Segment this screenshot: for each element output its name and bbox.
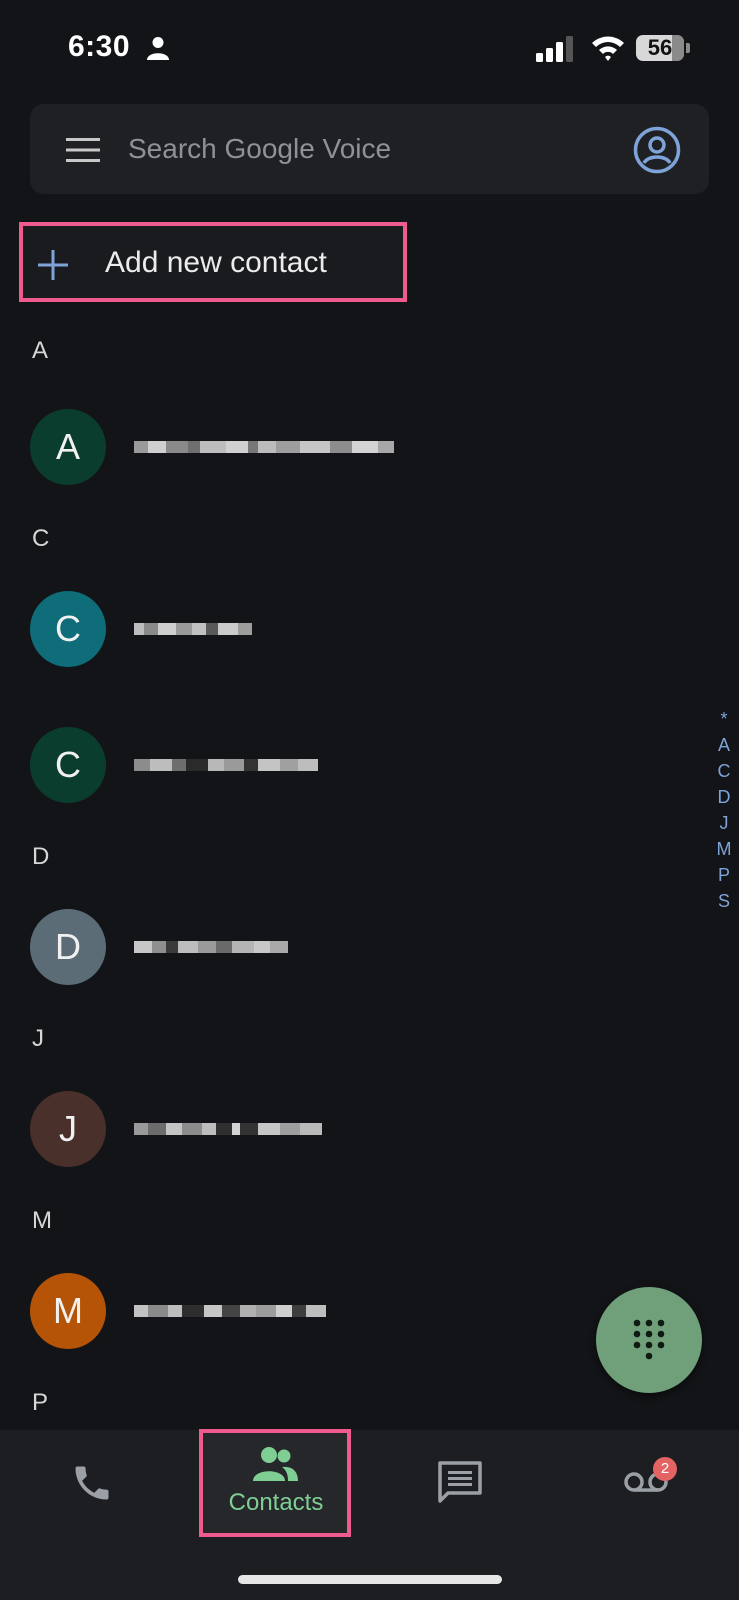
contact-row[interactable]: D — [30, 909, 720, 985]
alpha-index-item[interactable]: S — [712, 888, 736, 914]
alpha-index-item[interactable]: A — [712, 732, 736, 758]
section-letter: A — [32, 337, 49, 364]
contact-avatar: D — [30, 909, 106, 985]
alpha-index-item[interactable]: * — [712, 706, 736, 732]
hamburger-menu-icon[interactable] — [66, 137, 100, 163]
contact-name-redacted — [134, 617, 252, 641]
plus-icon — [38, 250, 68, 280]
search-input[interactable] — [128, 127, 598, 171]
voicemail-count-badge: 2 — [653, 1457, 677, 1481]
contact-avatar: J — [30, 1091, 106, 1167]
battery-tip — [686, 43, 690, 53]
messages-icon[interactable] — [438, 1461, 482, 1503]
contact-name-redacted — [134, 1117, 322, 1141]
contact-name-redacted — [134, 1299, 326, 1323]
contact-avatar: C — [30, 727, 106, 803]
battery-indicator: 56 — [636, 35, 684, 61]
section-letter: C — [32, 525, 50, 552]
alpha-index-item[interactable]: J — [712, 810, 736, 836]
wifi-icon — [592, 36, 624, 61]
phone-calls-icon[interactable] — [70, 1461, 114, 1505]
contact-avatar: A — [30, 409, 106, 485]
section-letter: J — [32, 1025, 44, 1052]
cellular-signal-icon — [536, 36, 573, 62]
contact-row[interactable]: C — [30, 591, 720, 667]
dialpad-icon — [633, 1319, 665, 1360]
alphabet-index-scrubber[interactable]: * A C D J M P S — [712, 706, 736, 914]
person-status-icon — [147, 37, 169, 60]
contact-row[interactable]: C — [30, 727, 720, 803]
contacts-tab-label: Contacts — [228, 1489, 324, 1516]
alpha-index-item[interactable]: C — [712, 758, 736, 784]
contact-name-redacted — [134, 935, 288, 959]
contact-row[interactable]: A — [30, 409, 720, 485]
contact-avatar: M — [30, 1273, 106, 1349]
contact-avatar: C — [30, 591, 106, 667]
contact-row[interactable]: J — [30, 1091, 720, 1167]
add-new-contact-label: Add new contact — [105, 246, 327, 279]
alpha-index-item[interactable]: D — [712, 784, 736, 810]
battery-level: 56 — [647, 35, 673, 60]
account-icon[interactable] — [633, 126, 681, 174]
alpha-index-item[interactable]: P — [712, 862, 736, 888]
alpha-index-item[interactable]: M — [712, 836, 736, 862]
section-letter: P — [32, 1389, 49, 1416]
home-indicator[interactable] — [238, 1575, 502, 1584]
contacts-people-icon — [253, 1447, 298, 1481]
status-time: 6:30 — [68, 30, 131, 63]
contact-name-redacted — [134, 753, 318, 777]
section-letter: M — [32, 1207, 52, 1234]
google-voice-contacts-screen: 6:30 56 Add new contact A A — [0, 0, 739, 1600]
contact-name-redacted — [134, 435, 394, 459]
section-letter: D — [32, 843, 50, 870]
